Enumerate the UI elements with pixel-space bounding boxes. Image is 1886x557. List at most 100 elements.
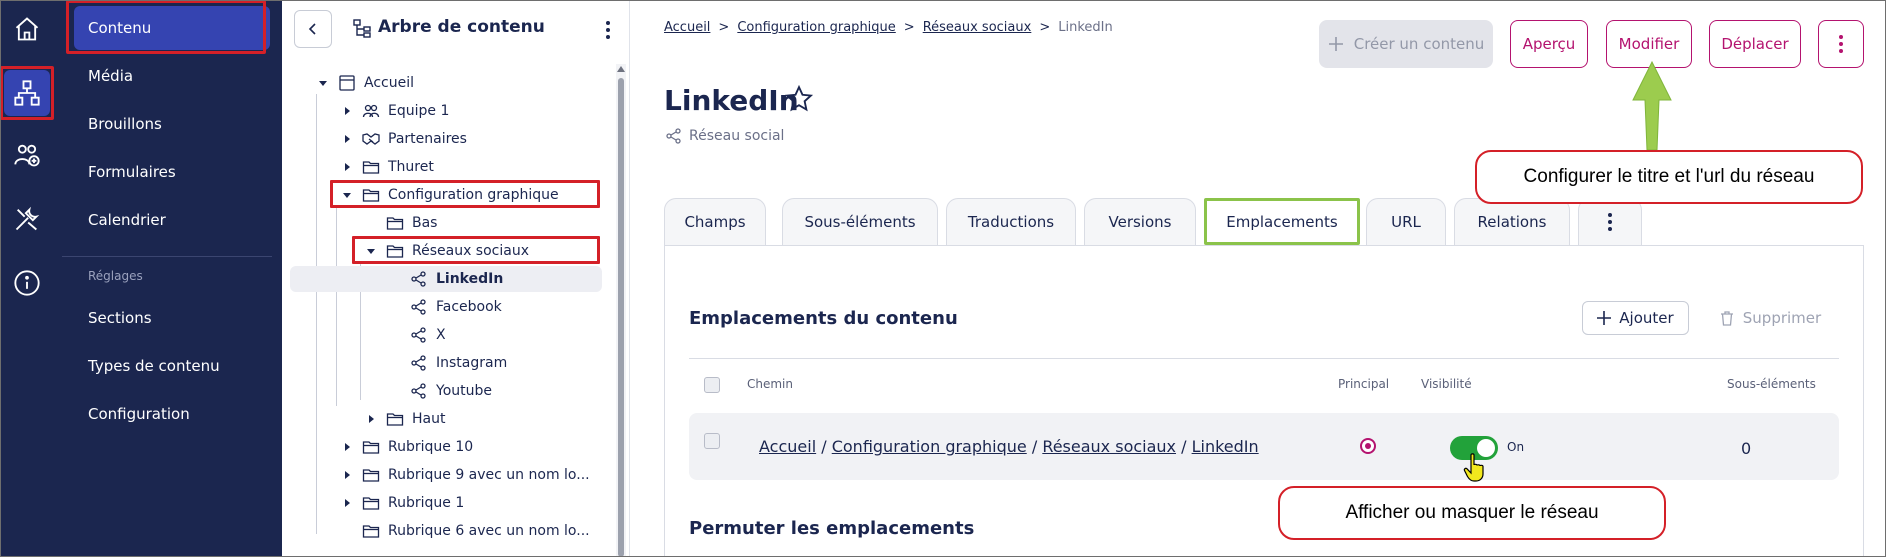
caret-right-icon[interactable] [340, 132, 354, 146]
tree-node-rubrique-10[interactable]: Rubrique 10 [340, 434, 473, 460]
locations-card: Emplacements du contenu Ajouter Supprime… [664, 245, 1864, 557]
tab-champs[interactable]: Champs [664, 198, 766, 245]
swap-locations-title: Permuter les emplacements [689, 518, 975, 539]
sidebar-item-types[interactable]: Types de contenu [74, 344, 270, 388]
highlight-configuration-graphique [330, 180, 600, 208]
tab-versions[interactable]: Versions [1084, 198, 1196, 245]
breadcrumb-reseaux-sociaux[interactable]: Réseaux sociaux [923, 20, 1032, 35]
tree-node-label: Accueil [364, 75, 414, 91]
tree-node-label: LinkedIn [436, 271, 504, 287]
tab-url[interactable]: URL [1366, 198, 1446, 245]
kebab-icon [1839, 35, 1843, 53]
plus-icon [1597, 311, 1612, 325]
create-content-button[interactable]: Créer un contenu [1319, 20, 1493, 68]
tree-node-youtube[interactable]: Youtube [410, 378, 492, 404]
select-all-checkbox[interactable] [704, 377, 720, 393]
path-link-accueil[interactable]: Accueil [759, 437, 816, 456]
tab-traductions[interactable]: Traductions [946, 198, 1076, 245]
tab-more[interactable] [1578, 198, 1642, 245]
tree-node-equipe[interactable]: Equipe 1 [340, 98, 449, 124]
share-icon [411, 327, 426, 343]
path-separator: / [1181, 437, 1187, 456]
breadcrumb-accueil[interactable]: Accueil [664, 20, 710, 35]
tree-node-label: Equipe 1 [388, 103, 450, 119]
tree-node-rubrique-6[interactable]: Rubrique 6 avec un nom lo... [362, 518, 590, 544]
tree-scrollbar-thumb[interactable] [618, 78, 624, 557]
caret-right-icon[interactable] [340, 468, 354, 482]
tree-node-label: Partenaires [388, 131, 467, 147]
tree-node-label: X [436, 327, 446, 343]
caret-right-icon[interactable] [340, 104, 354, 118]
tools-icon [15, 206, 40, 231]
preview-button[interactable]: Aperçu [1510, 20, 1588, 68]
info-button[interactable] [4, 260, 50, 306]
breadcrumb-separator: > [903, 20, 915, 35]
caret-right-icon[interactable] [340, 160, 354, 174]
tree-node-label: Rubrique 6 avec un nom lo... [388, 523, 590, 539]
tree-node-rubrique-1[interactable]: Rubrique 1 [340, 490, 464, 516]
breadcrumb: Accueil > Configuration graphique > Réseaux … [664, 20, 1113, 35]
info-icon [14, 270, 40, 296]
sidebar-settings-heading: Réglages [88, 269, 143, 283]
sidebar-item-brouillons[interactable]: Brouillons [74, 102, 270, 146]
tree-node-thuret[interactable]: Thuret [340, 154, 434, 180]
tree-node-x[interactable]: X [410, 322, 446, 348]
add-location-button[interactable]: Ajouter [1582, 301, 1689, 335]
tree-guide-line [316, 94, 317, 534]
path-link-configuration[interactable]: Configuration graphique [832, 437, 1027, 456]
users-button[interactable] [4, 132, 50, 178]
page-title: LinkedIn [664, 84, 799, 117]
tree-node-label: Rubrique 1 [388, 495, 465, 511]
create-content-label: Créer un contenu [1353, 35, 1485, 53]
breadcrumb-configuration-graphique[interactable]: Configuration graphique [737, 20, 895, 35]
path-link-reseaux[interactable]: Réseaux sociaux [1042, 437, 1176, 456]
caret-down-icon[interactable] [316, 76, 330, 90]
home-button[interactable] [4, 6, 50, 52]
green-arrow-annotation [1632, 60, 1672, 151]
caret-right-icon[interactable] [340, 496, 354, 510]
tree-node-label: Instagram [436, 355, 508, 371]
sidebar-item-sections[interactable]: Sections [74, 296, 270, 340]
tree-node-label: Rubrique 10 [388, 439, 474, 455]
tree-node-facebook[interactable]: Facebook [410, 294, 502, 320]
more-actions-button[interactable] [1818, 20, 1864, 68]
row-checkbox[interactable] [704, 433, 720, 449]
tree-node-label: Youtube [436, 383, 492, 399]
tab-sous-elements[interactable]: Sous-éléments [782, 198, 938, 245]
tools-button[interactable] [4, 196, 50, 242]
content-type-label: Réseau social [689, 128, 785, 144]
scroll-up-icon[interactable] [616, 64, 626, 74]
main-content: Accueil > Configuration graphique > Réseaux … [631, 0, 1886, 557]
visibility-label: On [1507, 440, 1525, 454]
tree-node-partenaires[interactable]: Partenaires [340, 126, 467, 152]
folder-icon [362, 469, 380, 482]
tree-node-linkedin[interactable]: LinkedIn [290, 266, 602, 292]
tab-emplacements[interactable]: Emplacements [1204, 198, 1360, 245]
tree-node-haut[interactable]: Haut [364, 406, 445, 432]
tree-more-button[interactable] [600, 18, 616, 42]
caret-right-icon[interactable] [364, 412, 378, 426]
move-button[interactable]: Déplacer [1709, 20, 1801, 68]
tree-node-rubrique-9[interactable]: Rubrique 9 avec un nom lo... [340, 462, 590, 488]
path-separator: / [1031, 437, 1038, 456]
tree-node-instagram[interactable]: Instagram [410, 350, 507, 376]
sidebar-item-media[interactable]: Média [74, 54, 270, 98]
star-icon[interactable] [784, 84, 814, 114]
tree-node-accueil[interactable]: Accueil [316, 70, 414, 96]
add-location-label: Ajouter [1619, 309, 1674, 327]
main-location-radio[interactable] [1360, 438, 1376, 454]
sidebar-divider [62, 256, 272, 257]
tree-node-bas[interactable]: Bas [386, 210, 437, 236]
sidebar-item-calendrier[interactable]: Calendrier [74, 198, 270, 242]
sidebar-item-configuration[interactable]: Configuration [74, 392, 270, 436]
tree-back-button[interactable] [294, 10, 332, 48]
path-link-linkedin[interactable]: LinkedIn [1192, 437, 1259, 456]
sidebar-item-formulaires[interactable]: Formulaires [74, 150, 270, 194]
kebab-icon [1608, 213, 1612, 231]
caret-right-icon[interactable] [340, 440, 354, 454]
tab-bar: Champs Sous-éléments Traductions Version… [664, 198, 1884, 245]
delete-location-button[interactable]: Supprimer [1705, 301, 1835, 335]
tree-node-label: Bas [412, 215, 438, 231]
column-header-visibility: Visibilité [1421, 377, 1472, 391]
tab-relations[interactable]: Relations [1454, 198, 1570, 245]
